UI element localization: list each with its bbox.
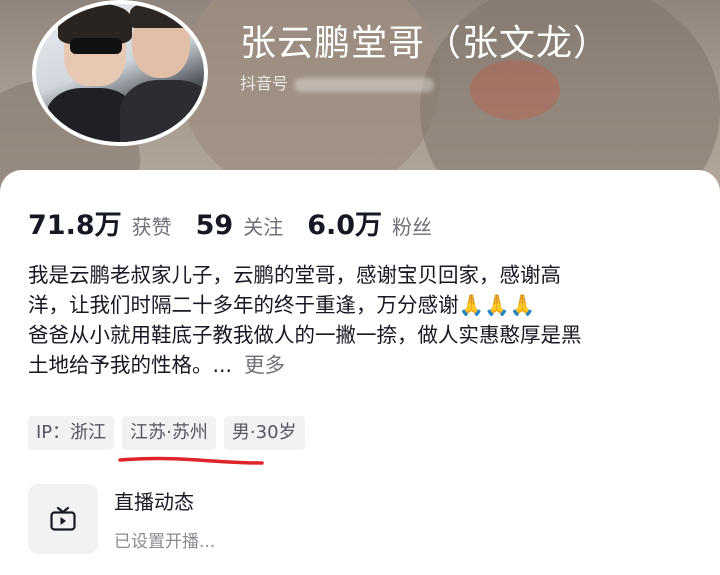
following-label[interactable]: 关注 <box>243 211 283 240</box>
profile-card: 71.8万 获赞 59 关注 6.0万 粉丝 我是云鹏老叔家儿子，云鹏的堂哥，感… <box>0 170 720 575</box>
profile-stats: 71.8万 获赞 59 关注 6.0万 粉丝 <box>28 203 456 242</box>
bio-line: 洋，让我们时隔二十多年的终于重逢，万分感谢🙏🙏🙏 <box>28 293 536 317</box>
live-texts: 直播动态 已设置开播... <box>114 486 215 552</box>
profile-nickname: 张云鹏堂哥（张文龙） <box>240 23 611 64</box>
location-tag: 江苏·苏州 <box>122 416 216 450</box>
following-count[interactable]: 59 <box>196 210 234 241</box>
douyin-id-redacted <box>294 77 435 92</box>
live-subtitle: 已设置开播... <box>114 532 216 552</box>
bio-line: 爸爸从小就用鞋底子教我做人的一撇一捺，做人实惠憨厚是黑 <box>28 323 582 347</box>
douyin-id-label: 抖音号 <box>240 74 289 93</box>
live-activity-entry[interactable]: 直播动态 已设置开播... <box>28 484 215 554</box>
tv-icon <box>50 506 76 531</box>
avatar[interactable] <box>32 0 208 146</box>
likes-count[interactable]: 71.8万 <box>28 203 122 242</box>
live-title: 直播动态 <box>114 490 194 514</box>
bio-line-text: 土地给予我的性格。... <box>28 353 233 377</box>
bio-line-last: 土地给予我的性格。... 更多 <box>28 350 698 380</box>
gender-age-tag: 男·30岁 <box>223 416 305 450</box>
followers-count[interactable]: 6.0万 <box>307 203 382 242</box>
ip-location-tag: IP：浙江 <box>28 416 115 450</box>
live-icon-box <box>28 484 98 554</box>
douyin-id: 抖音号 <box>240 70 435 94</box>
likes-label[interactable]: 获赞 <box>132 211 172 240</box>
bio-more-link[interactable]: 更多 <box>244 353 285 377</box>
profile-tags: IP：浙江 江苏·苏州 男·30岁 <box>28 416 313 450</box>
red-annotation-underline <box>118 456 264 465</box>
bio-line: 我是云鹏老叔家儿子，云鹏的堂哥，感谢宝贝回家，感谢高 <box>28 263 561 287</box>
followers-label[interactable]: 粉丝 <box>392 211 432 240</box>
profile-bio: 我是云鹏老叔家儿子，云鹏的堂哥，感谢宝贝回家，感谢高 洋，让我们时隔二十多年的终… <box>28 260 698 380</box>
